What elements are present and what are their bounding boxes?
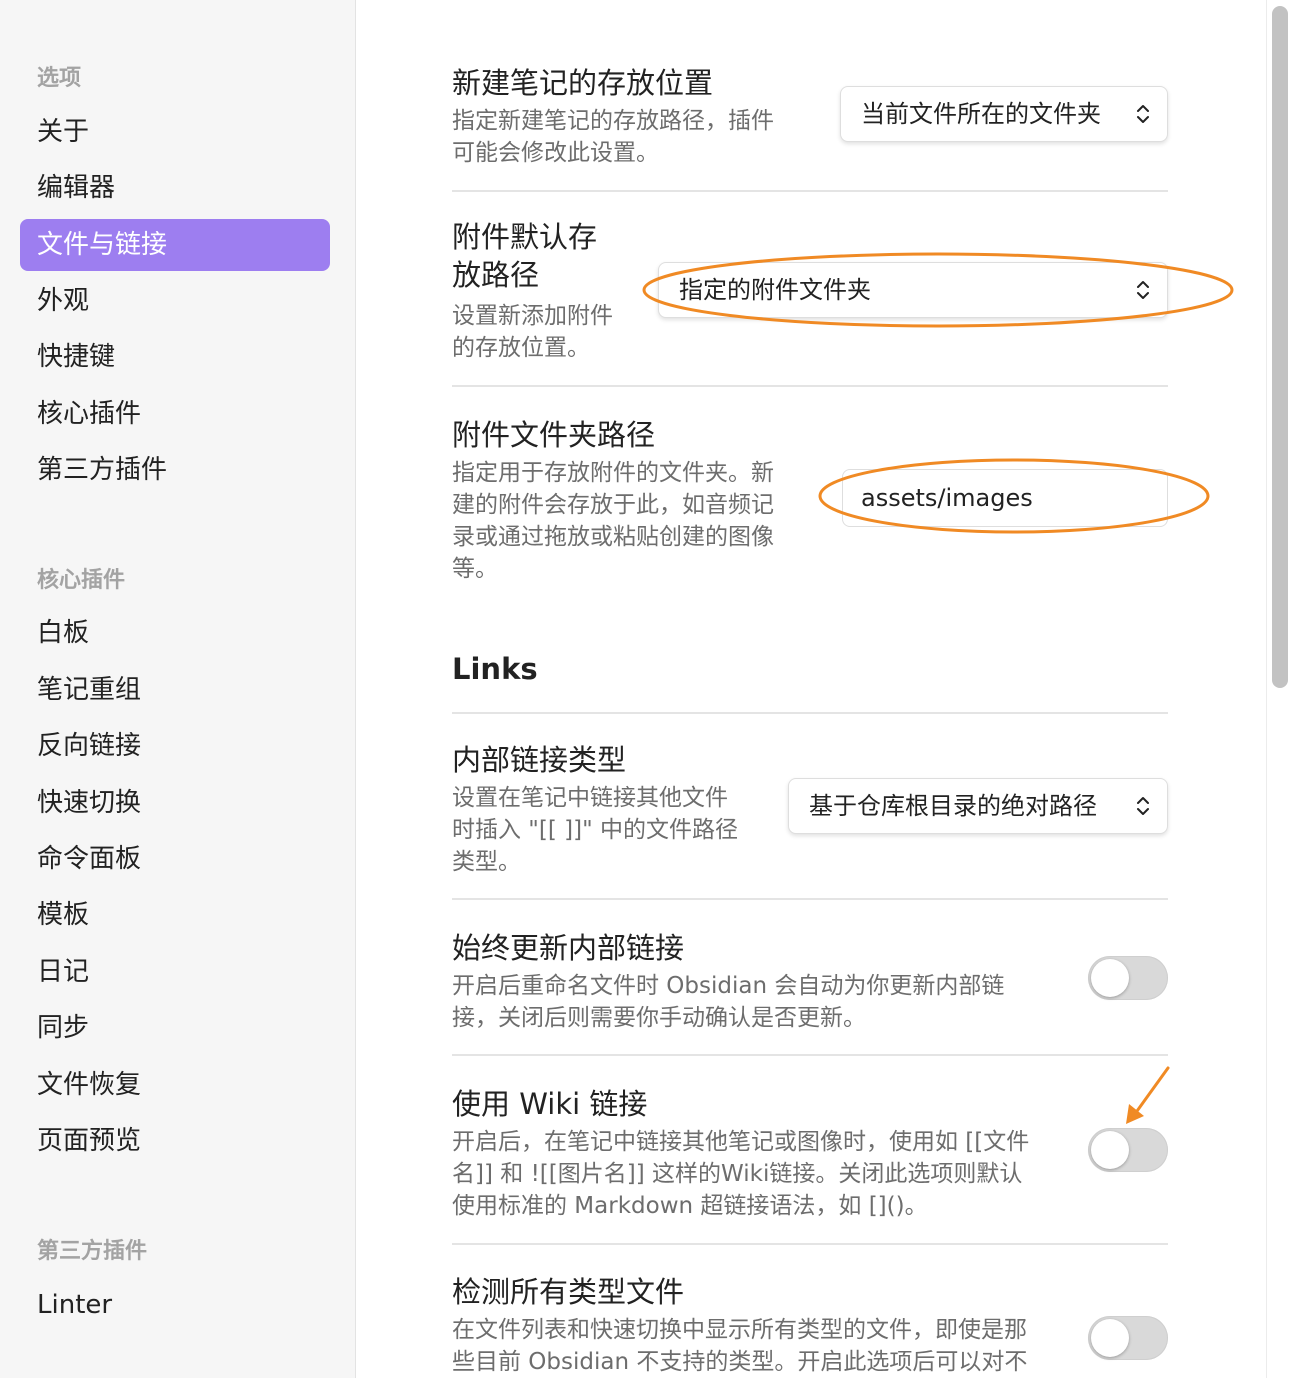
setting-title-auto-update-links: 始终更新内部链接 — [452, 931, 685, 965]
sidebar-item-daily-notes[interactable]: 日记 — [20, 946, 330, 998]
desc-line: 指定新建笔记的存放路径，插件 — [452, 108, 774, 134]
sidebar-item-quick-switcher[interactable]: 快速切换 — [20, 777, 330, 829]
link-type-dropdown[interactable]: 基于仓库根目录的绝对路径 — [788, 778, 1168, 834]
desc-line: 可能会修改此设置。 — [452, 140, 659, 166]
desc-line: 设置在笔记中链接其他文件 — [452, 785, 728, 811]
settings-content: 新建笔记的存放位置 指定新建笔记的存放路径，插件 可能会修改此设置。 当前文件所… — [356, 0, 1266, 1378]
setting-desc-wiki-links: 开启后，在笔记中链接其他笔记或图像时，使用如 [[文件 名]] 和 ![[图片名… — [452, 1126, 1029, 1222]
desc-line: 开启后，在笔记中链接其他笔记或图像时，使用如 [[文件 — [452, 1129, 1030, 1155]
desc-line: 的存放位置。 — [452, 335, 590, 361]
desc-line: 时插入 "[[ ]]" 中的文件路径 — [452, 817, 738, 843]
title-line: 放路径 — [452, 258, 540, 292]
divider — [452, 712, 1168, 714]
dropdown-value: 基于仓库根目录的绝对路径 — [809, 792, 1097, 820]
setting-title-detect-all-files: 检测所有类型文件 — [452, 1275, 685, 1309]
desc-line: 设置新添加附件 — [452, 303, 613, 329]
attachment-folder-input[interactable]: assets/images — [842, 469, 1168, 527]
setting-desc-attachment-location: 设置新添加附件 的存放位置。 — [452, 300, 613, 364]
toggle-knob — [1091, 959, 1129, 997]
desc-line: 在文件列表和快速切换中显示所有类型的文件，即使是那 — [452, 1317, 1027, 1343]
desc-line: 类型。 — [452, 849, 521, 875]
scrollbar-thumb[interactable] — [1272, 6, 1288, 688]
sidebar-item-sync[interactable]: 同步 — [20, 1002, 330, 1054]
sidebar-item-linter[interactable]: Linter — [20, 1279, 330, 1331]
setting-title-link-type: 内部链接类型 — [452, 743, 627, 777]
setting-desc-auto-update-links: 开启后重命名文件时 Obsidian 会自动为你更新内部链 接，关闭后则需要你手… — [452, 970, 1004, 1034]
section-heading-links: Links — [452, 652, 538, 686]
settings-sidebar: 选项 关于 编辑器 文件与链接 外观 快捷键 核心插件 第三方插件 核心插件 白… — [0, 0, 356, 1378]
setting-desc-link-type: 设置在笔记中链接其他文件 时插入 "[[ ]]" 中的文件路径 类型。 — [452, 782, 738, 878]
sidebar-item-page-preview[interactable]: 页面预览 — [20, 1115, 330, 1167]
setting-title-new-note-location: 新建笔记的存放位置 — [452, 66, 714, 100]
setting-title-attachment-folder: 附件文件夹路径 — [452, 418, 656, 452]
sidebar-item-backlinks[interactable]: 反向链接 — [20, 720, 330, 772]
sidebar-group-third-party: 第三方插件 — [37, 1239, 148, 1264]
title-line: 附件默认存 — [452, 220, 598, 254]
desc-line: 接，关闭后则需要你手动确认是否更新。 — [452, 1005, 866, 1031]
sidebar-item-files-links[interactable]: 文件与链接 — [20, 219, 330, 271]
divider — [452, 190, 1168, 192]
updown-chevron-icon — [1137, 105, 1149, 123]
desc-line: 等。 — [452, 556, 498, 582]
sidebar-item-canvas[interactable]: 白板 — [20, 607, 330, 659]
sidebar-item-templates[interactable]: 模板 — [20, 889, 330, 941]
sidebar-item-note-composer[interactable]: 笔记重组 — [20, 664, 330, 716]
desc-line: 些目前 Obsidian 不支持的类型。开启此选项后可以对不 — [452, 1349, 1028, 1375]
desc-line: 录或通过拖放或粘贴创建的图像 — [452, 524, 774, 550]
updown-chevron-icon — [1137, 797, 1149, 815]
toggle-knob — [1091, 1319, 1129, 1357]
sidebar-item-command-palette[interactable]: 命令面板 — [20, 833, 330, 885]
auto-update-links-toggle[interactable] — [1088, 956, 1168, 1000]
setting-desc-attachment-folder: 指定用于存放附件的文件夹。新 建的附件会存放于此，如音频记 录或通过拖放或粘贴创… — [452, 457, 774, 585]
dropdown-value: 指定的附件文件夹 — [679, 276, 871, 304]
setting-desc-detect-all-files: 在文件列表和快速切换中显示所有类型的文件，即使是那 些目前 Obsidian 不… — [452, 1314, 1027, 1378]
sidebar-item-core-plugins[interactable]: 核心插件 — [20, 388, 330, 440]
toggle-knob — [1091, 1131, 1129, 1169]
divider — [452, 898, 1168, 900]
wiki-links-toggle[interactable] — [1088, 1128, 1168, 1172]
desc-line: 指定用于存放附件的文件夹。新 — [452, 460, 774, 486]
sidebar-item-community-plugins[interactable]: 第三方插件 — [20, 444, 330, 496]
sidebar-item-about[interactable]: 关于 — [20, 106, 330, 158]
divider — [452, 385, 1168, 387]
sidebar-group-core: 核心插件 — [37, 568, 126, 593]
sidebar-item-file-recovery[interactable]: 文件恢复 — [20, 1059, 330, 1111]
dropdown-value: 当前文件所在的文件夹 — [861, 100, 1101, 128]
detect-all-files-toggle[interactable] — [1088, 1316, 1168, 1360]
desc-line: 名]] 和 ![[图片名]] 这样的Wiki链接。关闭此选项则默认 — [452, 1161, 1023, 1187]
divider — [452, 1243, 1168, 1245]
desc-line: 开启后重命名文件时 Obsidian 会自动为你更新内部链 — [452, 973, 1005, 999]
sidebar-group-options: 选项 — [37, 66, 82, 91]
setting-title-attachment-location: 附件默认存 放路径 — [452, 218, 597, 294]
desc-line: 建的附件会存放于此，如音频记 — [452, 492, 774, 518]
sidebar-item-editor[interactable]: 编辑器 — [20, 162, 330, 214]
new-note-location-dropdown[interactable]: 当前文件所在的文件夹 — [840, 86, 1168, 142]
attachment-location-dropdown[interactable]: 指定的附件文件夹 — [658, 262, 1168, 318]
desc-line: 使用标准的 Markdown 超链接语法，如 []()。 — [452, 1193, 928, 1219]
updown-chevron-icon — [1137, 281, 1149, 299]
sidebar-item-hotkeys[interactable]: 快捷键 — [20, 331, 330, 383]
divider — [452, 1054, 1168, 1056]
sidebar-item-appearance[interactable]: 外观 — [20, 275, 330, 327]
setting-title-wiki-links: 使用 Wiki 链接 — [452, 1087, 648, 1121]
setting-desc-new-note-location: 指定新建笔记的存放路径，插件 可能会修改此设置。 — [452, 105, 774, 169]
